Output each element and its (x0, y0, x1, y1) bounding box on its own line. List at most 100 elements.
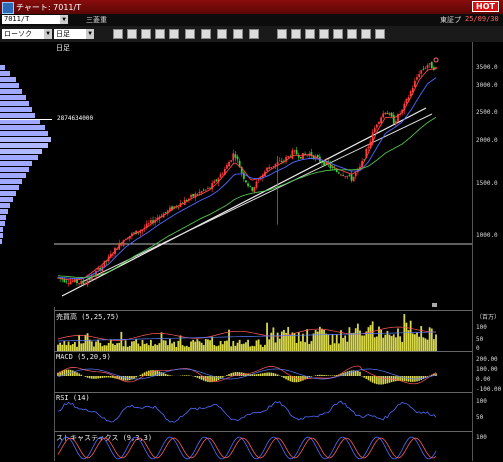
volume-profile-marker-line (0, 119, 52, 120)
axis-tick-label: 100 (476, 434, 487, 441)
volume-bar (245, 342, 247, 351)
chevron-down-icon[interactable]: ▼ (60, 15, 68, 24)
volume-bar (281, 331, 283, 351)
volume-bar (220, 341, 222, 351)
print-icon[interactable] (141, 29, 151, 39)
macd-histogram-bar (169, 375, 171, 376)
tool8-icon[interactable] (375, 29, 385, 39)
period-select[interactable]: 日足▼ (54, 29, 94, 39)
volume-bar (68, 342, 70, 351)
macd-histogram-bar (287, 376, 289, 380)
volume-bar (91, 341, 93, 351)
tool3-icon[interactable] (305, 29, 315, 39)
macd-panel[interactable]: MACD (5,20,9) (54, 351, 472, 392)
macd-histogram-bar (99, 376, 101, 378)
macd-histogram-bar (262, 373, 264, 376)
macd-histogram-bar (256, 374, 258, 376)
macd-histogram-bar (167, 375, 169, 376)
tool4-icon[interactable] (319, 29, 329, 39)
main-scroll-handle[interactable] (432, 303, 437, 307)
volume-bar (304, 342, 306, 351)
arrow-left-icon[interactable] (233, 29, 243, 39)
volume-bar (429, 327, 431, 351)
macd-histogram-bar (78, 373, 80, 376)
macd-histogram-bar (254, 374, 256, 376)
volume-bar (118, 343, 120, 351)
macd-histogram-bar (142, 374, 144, 376)
volume-profile-bar (0, 238, 2, 244)
macd-histogram-bar (97, 376, 99, 379)
tool2-icon[interactable] (291, 29, 301, 39)
volume-panel[interactable]: 売買高 (5,25,75) (54, 310, 472, 351)
chart-style-select[interactable]: ローソク▼ (2, 29, 52, 39)
macd-histogram-bar (95, 376, 97, 379)
macd-histogram-bar (283, 376, 285, 378)
cross-icon[interactable] (249, 29, 259, 39)
macd-histogram-bar (123, 376, 125, 380)
macd-histogram-bar (395, 376, 397, 381)
axis-tick-label: 3500.0 (476, 64, 498, 71)
stochastics-panel[interactable]: ストキャスティクス (9,3,3) (54, 431, 472, 462)
volume-bar (146, 343, 148, 351)
rsi-panel[interactable]: RSI (14) (54, 392, 472, 431)
tool7-icon[interactable] (361, 29, 371, 39)
volume-bar (116, 343, 118, 351)
tool1-icon[interactable] (277, 29, 287, 39)
macd-histogram-bar (102, 376, 104, 378)
volume-bar (393, 334, 395, 351)
tool5-icon[interactable] (333, 29, 343, 39)
settings-icon[interactable] (185, 29, 195, 39)
list-icon[interactable] (127, 29, 137, 39)
volume-bar (313, 334, 315, 351)
macd-histogram-bar (317, 375, 319, 376)
macd-histogram-bar (201, 376, 203, 380)
volume-bar (336, 335, 338, 351)
save-icon[interactable] (169, 29, 179, 39)
macd-histogram-bar (188, 375, 190, 376)
macd-histogram-bar (366, 376, 368, 379)
grid-icon[interactable] (201, 29, 211, 39)
macd-histogram-bar (110, 376, 112, 378)
volume-bar (289, 335, 291, 351)
volume-bar (406, 323, 408, 351)
window-titlebar: チャート: 7011/T HOT (0, 0, 503, 14)
volume-bar (323, 330, 325, 351)
macd-histogram-bar (370, 376, 372, 382)
macd-histogram-bar (393, 376, 395, 382)
volume-bar (368, 327, 370, 351)
volume-bar (237, 343, 239, 351)
volume-bar (196, 339, 198, 351)
volume-bar (137, 344, 139, 351)
volume-bar (300, 341, 302, 351)
price-axis: 3500.03000.02500.02000.01500.01000.0 （百万… (472, 42, 503, 461)
volume-bar (389, 335, 391, 351)
volume-bar (414, 334, 416, 351)
price-chart[interactable]: 日足 2874634000 (54, 42, 472, 307)
macd-histogram-bar (133, 376, 135, 379)
volume-bar (361, 335, 363, 351)
volume-bar (165, 341, 167, 351)
hot-badge[interactable]: HOT (472, 1, 499, 12)
volume-bar (256, 340, 258, 351)
tool6-icon[interactable] (347, 29, 357, 39)
volume-bar (201, 343, 203, 351)
axis-tick-label: 1500.0 (476, 180, 498, 187)
macd-histogram-bar (323, 375, 325, 376)
volume-bar (420, 326, 422, 351)
volume-bar (287, 327, 289, 351)
draw-icon[interactable] (155, 29, 165, 39)
chevron-down-icon[interactable]: ▼ (86, 29, 94, 39)
macd-histogram-bar (85, 376, 87, 377)
quote-date: 25/09/30 (465, 15, 499, 23)
macd-histogram-bar (300, 376, 302, 381)
candle (431, 61, 433, 68)
axis-tick-label: 0.00 (476, 376, 490, 383)
volume-bar (283, 330, 285, 351)
window-icon[interactable] (217, 29, 227, 39)
volume-bar (294, 333, 296, 351)
volume-bar (374, 337, 376, 351)
symbol-code-input[interactable]: 7011/T▼ (2, 15, 68, 24)
volume-bar (399, 336, 401, 351)
chevron-down-icon[interactable]: ▼ (44, 29, 52, 39)
zoom-icon[interactable] (113, 29, 123, 39)
